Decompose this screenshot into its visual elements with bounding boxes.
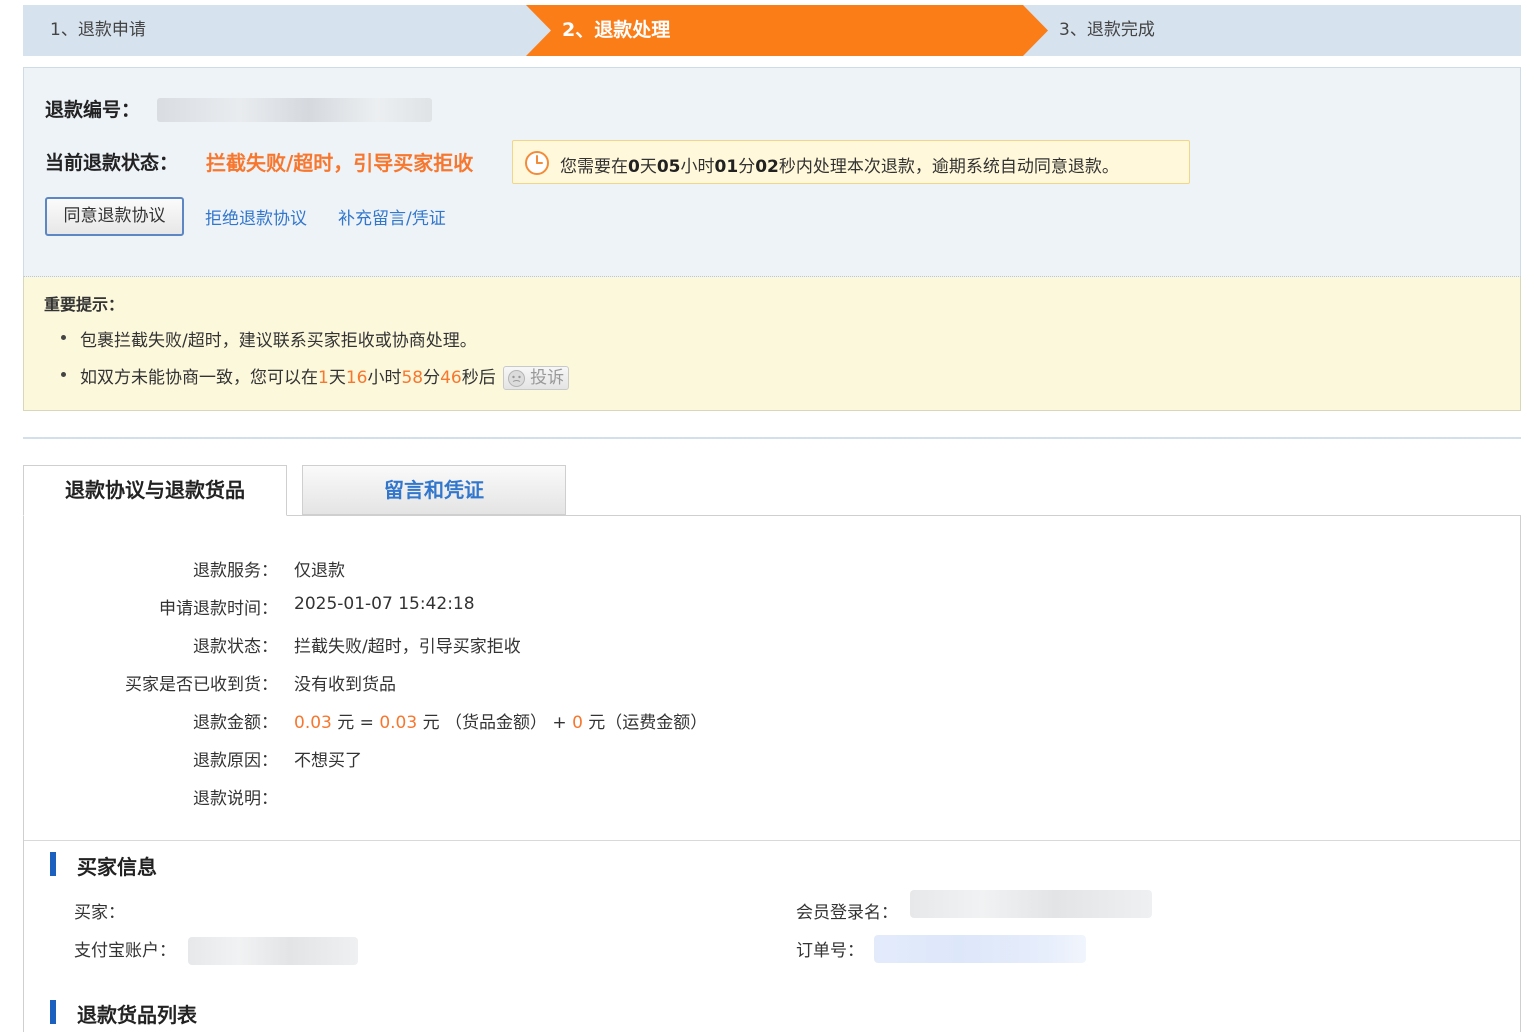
detail-value: 2025-01-07 15:42:18 xyxy=(294,594,475,614)
bullet-icon xyxy=(61,335,66,340)
deadline-days-unit: 天 xyxy=(639,157,657,177)
amount-unit: 元 xyxy=(337,713,355,733)
complain-button[interactable]: 投诉 xyxy=(503,366,570,390)
section-bar xyxy=(50,852,56,876)
refund-no-redacted xyxy=(157,98,432,122)
steps-bar: 1、退款申请 2、退款处理 3、退款完成 xyxy=(23,5,1521,56)
complain-icon xyxy=(508,370,526,387)
notice-item-text: 包裹拦截失败/超时，建议联系买家拒收或协商处理。 xyxy=(80,331,477,351)
deadline-seconds: 02 xyxy=(755,157,779,177)
order-no-label: 订单号： xyxy=(796,941,864,961)
deadline-hours-unit: 小时 xyxy=(680,157,715,177)
complain-button-label: 投诉 xyxy=(530,368,565,388)
amount-shipping-label: （运费金额） xyxy=(605,713,708,733)
deadline-timer-box: 您需要在0天05小时01分02秒内处理本次退款，逾期系统自动同意退款。 xyxy=(512,140,1190,184)
notice-item: 如双方未能协商一致，您可以在1天16小时58分46秒后 投诉 xyxy=(61,363,570,390)
deadline-hours: 05 xyxy=(656,157,681,177)
deadline-prefix: 您需要在 xyxy=(560,157,628,177)
member-login-label: 会员登录名： xyxy=(796,903,898,923)
order-no-redacted[interactable] xyxy=(874,935,1086,963)
detail-row-amount: 退款金额： 0.03 元 = 0.03 元 （货品金额） + 0 元（运费金额） xyxy=(24,708,1424,733)
notice-prefix: 如双方未能协商一致，您可以在 xyxy=(80,368,318,388)
section-bar xyxy=(50,1000,56,1024)
detail-value: 不想买了 xyxy=(294,751,362,771)
refund-info-panel: 退款编号： 当前退款状态： 拦截失败/超时，引导买家拒收 您需要在0天05小时0… xyxy=(23,67,1521,277)
notice-days-unit: 天 xyxy=(328,368,346,388)
bullet-icon xyxy=(61,372,66,377)
clock-icon xyxy=(525,151,549,175)
notice-hours-unit: 小时 xyxy=(367,368,402,388)
detail-label: 退款金额： xyxy=(193,713,278,733)
step-refund-processing: 2、退款处理 xyxy=(526,5,1048,56)
deadline-text: 您需要在0天05小时01分02秒内处理本次退款，逾期系统自动同意退款。 xyxy=(560,152,1119,177)
important-notice: 重要提示： 包裹拦截失败/超时，建议联系买家拒收或协商处理。 如双方未能协商一致… xyxy=(23,277,1521,411)
amount-goods: 0.03 xyxy=(379,713,418,733)
amount-unit: 元 xyxy=(422,713,440,733)
reject-refund-link[interactable]: 拒绝退款协议 xyxy=(205,204,307,229)
buyer-section-divider xyxy=(24,840,1520,841)
deadline-minutes: 01 xyxy=(714,157,739,177)
notice-title: 重要提示： xyxy=(44,295,125,314)
alipay-account-label: 支付宝账户： xyxy=(74,941,176,961)
detail-value: 仅退款 xyxy=(294,561,345,581)
refund-amount-value: 0.03 元 = 0.03 元 （货品金额） + 0 元（运费金额） xyxy=(294,708,707,733)
alipay-account-redacted xyxy=(188,937,358,965)
detail-row-status: 退款状态： 拦截失败/超时，引导买家拒收 xyxy=(24,632,1424,657)
deadline-days: 0 xyxy=(628,157,640,177)
goods-list-title: 退款货品列表 xyxy=(50,999,197,1028)
member-login-redacted xyxy=(910,890,1152,918)
current-status-label: 当前退款状态： xyxy=(45,152,179,174)
detail-value: 没有收到货品 xyxy=(294,675,396,695)
amount-shipping: 0 xyxy=(572,713,583,733)
step-refund-apply: 1、退款申请 xyxy=(50,20,146,40)
notice-seconds: 46 xyxy=(440,368,462,388)
deadline-minutes-unit: 分 xyxy=(738,157,756,177)
amount-equals: = xyxy=(359,713,374,733)
notice-hours: 16 xyxy=(345,368,368,388)
notice-minutes: 58 xyxy=(401,368,424,388)
detail-label: 退款服务： xyxy=(193,561,278,581)
detail-row-received: 买家是否已收到货： 没有收到货品 xyxy=(24,670,1424,695)
notice-days: 1 xyxy=(318,368,329,388)
detail-row-reason: 退款原因： 不想买了 xyxy=(24,746,1424,771)
tab-content-panel: 退款服务： 仅退款 申请退款时间： 2025-01-07 15:42:18 退款… xyxy=(23,515,1521,1032)
buyer-label: 买家： xyxy=(74,903,125,923)
detail-row-service: 退款服务： 仅退款 xyxy=(24,556,1424,581)
detail-row-apply-time: 申请退款时间： 2025-01-07 15:42:18 xyxy=(24,594,1424,619)
goods-list-title-text: 退款货品列表 xyxy=(77,1003,197,1027)
notice-minutes-unit: 分 xyxy=(423,368,441,388)
tab-messages-evidence[interactable]: 留言和凭证 xyxy=(302,465,566,515)
deadline-suffix: 秒内处理本次退款，逾期系统自动同意退款。 xyxy=(778,157,1119,177)
detail-label: 退款状态： xyxy=(193,637,278,657)
current-status-value: 拦截失败/超时，引导买家拒收 xyxy=(206,151,474,175)
notice-suffix: 秒后 xyxy=(461,368,496,388)
buyer-info-title-text: 买家信息 xyxy=(77,855,157,879)
detail-label: 买家是否已收到货： xyxy=(125,675,278,695)
amount-goods-label: （货品金额） xyxy=(445,713,547,733)
detail-label: 退款原因： xyxy=(193,751,278,771)
notice-item-text: 如双方未能协商一致，您可以在1天16小时58分46秒后 xyxy=(61,368,496,388)
agree-refund-button[interactable]: 同意退款协议 xyxy=(45,197,184,236)
refund-no-label: 退款编号： xyxy=(45,99,141,121)
step-active-label: 2、退款处理 xyxy=(562,19,671,41)
step-refund-complete: 3、退款完成 xyxy=(1059,20,1155,40)
amount-plus: + xyxy=(552,713,567,733)
amount-total: 0.03 xyxy=(294,713,332,733)
amount-unit: 元 xyxy=(588,713,606,733)
supplement-evidence-link[interactable]: 补充留言/凭证 xyxy=(338,204,446,229)
notice-item: 包裹拦截失败/超时，建议联系买家拒收或协商处理。 xyxy=(61,326,477,351)
detail-value: 拦截失败/超时，引导买家拒收 xyxy=(294,637,521,657)
tab-refund-agreement[interactable]: 退款协议与退款货品 xyxy=(23,465,287,516)
section-divider xyxy=(23,437,1521,439)
detail-label: 申请退款时间： xyxy=(159,599,278,619)
detail-label: 退款说明： xyxy=(193,789,278,809)
detail-row-description: 退款说明： xyxy=(24,784,1424,809)
buyer-info-title: 买家信息 xyxy=(50,851,157,880)
